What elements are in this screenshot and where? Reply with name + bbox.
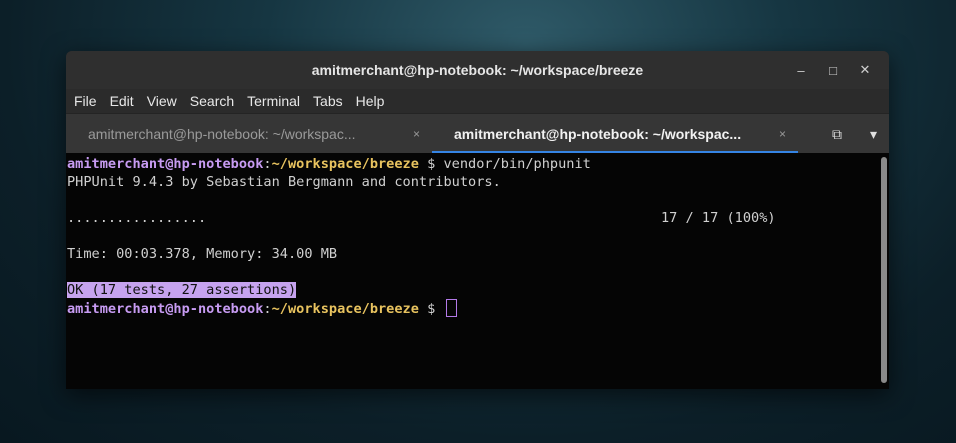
menu-search[interactable]: Search [190, 93, 234, 109]
new-tab-icon[interactable]: ⧉ [832, 126, 842, 143]
tab-1[interactable]: amitmerchant@hp-notebook: ~/workspac... … [66, 114, 432, 154]
window-title: amitmerchant@hp-notebook: ~/workspace/br… [311, 62, 644, 78]
menu-view[interactable]: View [147, 93, 177, 109]
scrollbar[interactable] [881, 157, 887, 383]
tab-bar: amitmerchant@hp-notebook: ~/workspac... … [66, 113, 889, 154]
menu-tabs[interactable]: Tabs [313, 93, 343, 109]
progress-line: ................. 17 / 17 (100%) [67, 210, 776, 226]
phpunit-version-line: PHPUnit 9.4.3 by Sebastian Bergmann and … [67, 174, 501, 190]
prompt-line: amitmerchant@hp-notebook:~/workspace/bre… [67, 299, 889, 317]
command-text: vendor/bin/phpunit [443, 156, 591, 172]
menu-bar: File Edit View Search Terminal Tabs Help [66, 89, 889, 113]
title-bar[interactable]: amitmerchant@hp-notebook: ~/workspace/br… [66, 51, 889, 89]
menu-help[interactable]: Help [356, 93, 385, 109]
cursor[interactable] [445, 299, 457, 317]
progress-count: 17 / 17 (100%) [661, 210, 776, 226]
menu-edit[interactable]: Edit [110, 93, 134, 109]
terminal-window: amitmerchant@hp-notebook: ~/workspace/br… [66, 51, 889, 389]
tab-2[interactable]: amitmerchant@hp-notebook: ~/workspac... … [432, 114, 798, 154]
tab-label: amitmerchant@hp-notebook: ~/workspac... [88, 126, 356, 142]
tab-close-icon[interactable]: × [779, 127, 786, 141]
tab-close-icon[interactable]: × [413, 127, 420, 141]
terminal-output[interactable]: amitmerchant@hp-notebook:~/workspace/bre… [66, 153, 889, 389]
result-line: OK (17 tests, 27 assertions) [67, 281, 889, 299]
tab-label: amitmerchant@hp-notebook: ~/workspac... [454, 126, 742, 142]
menu-terminal[interactable]: Terminal [247, 93, 300, 109]
time-line: Time: 00:03.378, Memory: 34.00 MB [67, 246, 338, 262]
close-icon[interactable]: ✕ [849, 62, 881, 78]
minimize-icon[interactable]: – [785, 63, 817, 78]
maximize-icon[interactable]: □ [817, 63, 849, 78]
chevron-down-icon[interactable]: ▾ [870, 126, 877, 143]
result-text: OK (17 tests, 27 assertions) [67, 282, 297, 298]
menu-file[interactable]: File [74, 93, 97, 109]
command-line: amitmerchant@hp-notebook:~/workspace/bre… [67, 156, 591, 172]
